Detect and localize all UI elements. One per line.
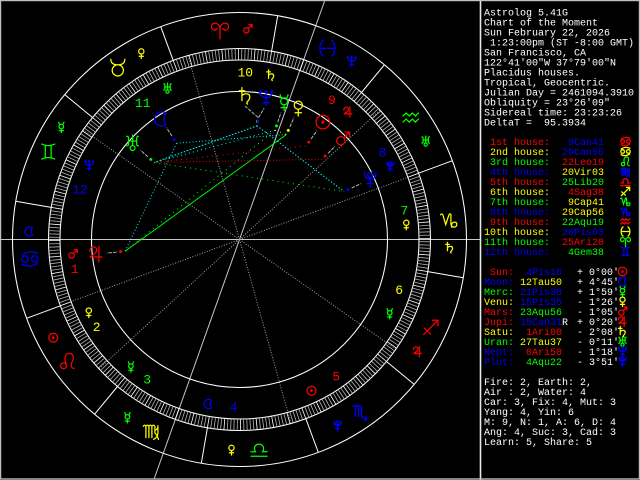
svg-text:4Gem38: 4Gem38: [562, 248, 604, 259]
svg-text:12th house:: 12th house:: [484, 247, 550, 259]
svg-text:DeltaT = 95.3934: DeltaT = 95.3934: [484, 118, 586, 130]
svg-text:4Aqu22: 4Aqu22: [520, 358, 562, 369]
svg-text:2: 2: [93, 320, 101, 335]
svg-text:Learn: 5, Share: 5: Learn: 5, Share: 5: [484, 437, 592, 449]
svg-text:6: 6: [395, 283, 403, 298]
svg-text:- 3°51': - 3°51': [577, 357, 619, 369]
svg-text:4: 4: [230, 400, 238, 415]
svg-text:1: 1: [71, 262, 79, 277]
svg-text:5: 5: [332, 369, 340, 384]
svg-text:R: R: [562, 318, 568, 329]
svg-text:9: 9: [328, 93, 336, 108]
svg-text:8: 8: [378, 145, 386, 160]
svg-text:3: 3: [143, 372, 151, 387]
svg-text:11: 11: [135, 96, 151, 111]
svg-text:Plut:: Plut:: [478, 357, 514, 369]
svg-text:7: 7: [400, 203, 408, 218]
svg-text:12: 12: [72, 182, 88, 197]
svg-text:10: 10: [237, 65, 253, 80]
